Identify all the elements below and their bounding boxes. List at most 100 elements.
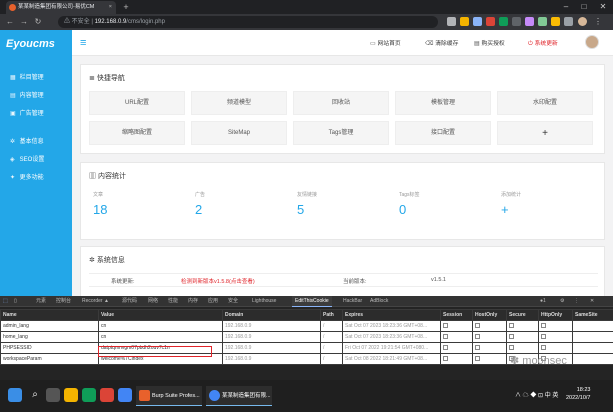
extension-icon[interactable] [499,17,508,26]
cookie-expires[interactable]: Sat Oct 07 2023 18:23:36 GMT+08... [342,320,441,332]
hostonly-checkbox[interactable] [472,342,507,354]
puzzle-icon[interactable] [564,17,573,26]
tab-console[interactable]: 控制台 [56,296,71,307]
app-icon[interactable] [100,388,114,402]
samesite-cell[interactable] [572,353,613,365]
file-explorer-icon[interactable] [64,388,78,402]
window-close-icon[interactable]: ✕ [594,0,612,14]
settings-icon[interactable]: ⚙ [560,296,564,307]
httponly-checkbox[interactable] [538,320,573,332]
httponly-checkbox[interactable] [538,331,573,343]
devtools-close-icon[interactable]: ✕ [590,296,594,307]
tab-memory[interactable]: 内存 [188,296,198,307]
tab-editthiscookie[interactable]: EditThisCookie [292,296,332,307]
quick-channel-model[interactable]: 频道模型 [191,91,287,115]
cookie-value[interactable]: cn [98,331,223,343]
tab-elements[interactable]: 元素 [36,296,46,307]
share-icon[interactable] [447,17,456,26]
hostonly-checkbox[interactable] [472,331,507,343]
tab-lighthouse[interactable]: Lighthouse [252,296,276,307]
tab-application[interactable]: 应用 [208,296,218,307]
tab-network[interactable]: 网络 [148,296,158,307]
hostonly-checkbox[interactable] [472,353,507,365]
cookie-expires[interactable]: Sat Oct 07 2023 18:23:36 GMT+08... [342,331,441,343]
new-tab-button[interactable]: + [120,1,132,13]
stat-links[interactable]: 友情链接 5 [297,191,393,223]
col-samesite[interactable]: SameSite [572,309,613,321]
tab-security[interactable]: 安全 [228,296,238,307]
sidebar-item-basic-info[interactable]: ✲ 基本信息 [0,134,72,150]
sidebar-item-columns[interactable]: ▦ 栏目管理 [0,70,72,86]
sidebar-item-content[interactable]: ▤ 内容管理 [0,88,72,104]
menu-toggle-icon[interactable]: ≡ [80,38,86,49]
clear-cache-link[interactable]: ⌫ 清除缓存 [425,38,458,47]
quick-thumbnail-config[interactable]: 缩略图配置 [89,121,185,145]
samesite-cell[interactable] [572,342,613,354]
taskbar-burp[interactable]: Burp Suite Profes... [136,386,202,406]
back-icon[interactable]: ← [4,15,16,29]
col-secure[interactable]: Secure [506,309,539,321]
stat-articles[interactable]: 文章 18 [93,191,189,223]
col-httponly[interactable]: HttpOnly [538,309,573,321]
extension-icon[interactable] [538,17,547,26]
system-update-link[interactable]: ⏻ 系统更新 [528,38,558,48]
quick-template-manage[interactable]: 模板管理 [395,91,491,115]
col-session[interactable]: Session [440,309,473,321]
inspect-icon[interactable]: ⬚ [3,296,8,307]
tab-sources[interactable]: 源代码 [122,296,137,307]
session-checkbox[interactable] [440,331,473,343]
system-update-value[interactable]: 检测到新版本v1.5.8(点击查看) [181,277,255,285]
stat-add[interactable]: 添加统计 + [501,191,597,223]
kebab-menu-icon[interactable]: ⋮ [594,17,603,26]
col-name[interactable]: Name [0,309,99,321]
cookie-name[interactable]: PHPSESSID [0,342,99,354]
forward-icon[interactable]: → [18,15,30,29]
secure-checkbox[interactable] [506,342,539,354]
quick-tags-manage[interactable]: Tags管理 [293,121,389,145]
tab-close-icon[interactable]: × [109,1,112,14]
quick-api-config[interactable]: 接口配置 [395,121,491,145]
quick-url-config[interactable]: URL配置 [89,91,185,115]
samesite-cell[interactable] [572,320,613,332]
clock[interactable]: 18:23 2022/10/7 [566,386,590,402]
cookie-domain[interactable]: 192.168.0.9 [222,331,321,343]
cookie-name[interactable]: home_lang [0,331,99,343]
task-view-icon[interactable] [46,388,60,402]
site-home-link[interactable]: ▭ 网站首页 [370,38,401,47]
session-checkbox[interactable] [440,320,473,332]
more-icon[interactable]: ⋮ [574,296,579,307]
quick-recycle-bin[interactable]: 回收站 [293,91,389,115]
extension-icon[interactable] [525,17,534,26]
maximize-icon[interactable]: □ [575,0,593,14]
search-icon[interactable]: ⌕ [28,388,42,402]
cookie-domain[interactable]: 192.168.0.9 [222,320,321,332]
table-row[interactable]: admin_lang cn 192.168.0.9 / Sat Oct 07 2… [0,320,613,332]
col-value[interactable]: Value [98,309,223,321]
browser-tab[interactable]: 某某制造集团有限公司-易优CM × [6,1,116,14]
quick-sitemap[interactable]: SiteMap [191,121,287,145]
samesite-cell[interactable] [572,331,613,343]
cookie-path[interactable]: / [320,320,343,332]
tab-adblock[interactable]: AdBlock [370,296,388,307]
cookie-path[interactable]: / [320,353,343,365]
sidebar-item-more[interactable]: ✦ 更多功能 [0,170,72,186]
secure-checkbox[interactable] [506,320,539,332]
cookie-path[interactable]: / [320,342,343,354]
stat-tags[interactable]: Tags标签 0 [399,191,495,223]
col-path[interactable]: Path [320,309,343,321]
quick-add-button[interactable]: + [497,121,593,145]
session-checkbox[interactable] [440,353,473,365]
hostonly-checkbox[interactable] [472,320,507,332]
taskbar-chrome[interactable]: 某某制造集团有限... [206,386,272,406]
minimize-icon[interactable]: – [557,0,575,14]
issues-icon[interactable]: ●1 [540,296,546,307]
cookie-domain[interactable]: 192.168.0.9 [222,353,321,365]
cookie-name[interactable]: workspaceParam [0,353,99,365]
extension-icon[interactable] [512,17,521,26]
col-expires[interactable]: Expires [342,309,441,321]
buy-license-link[interactable]: ▤ 购买授权 [474,38,505,47]
table-row[interactable]: home_lang cn 192.168.0.9 / Sat Oct 07 20… [0,331,613,343]
col-hostonly[interactable]: HostOnly [472,309,507,321]
app-icon[interactable] [118,388,132,402]
avatar[interactable] [585,35,599,49]
